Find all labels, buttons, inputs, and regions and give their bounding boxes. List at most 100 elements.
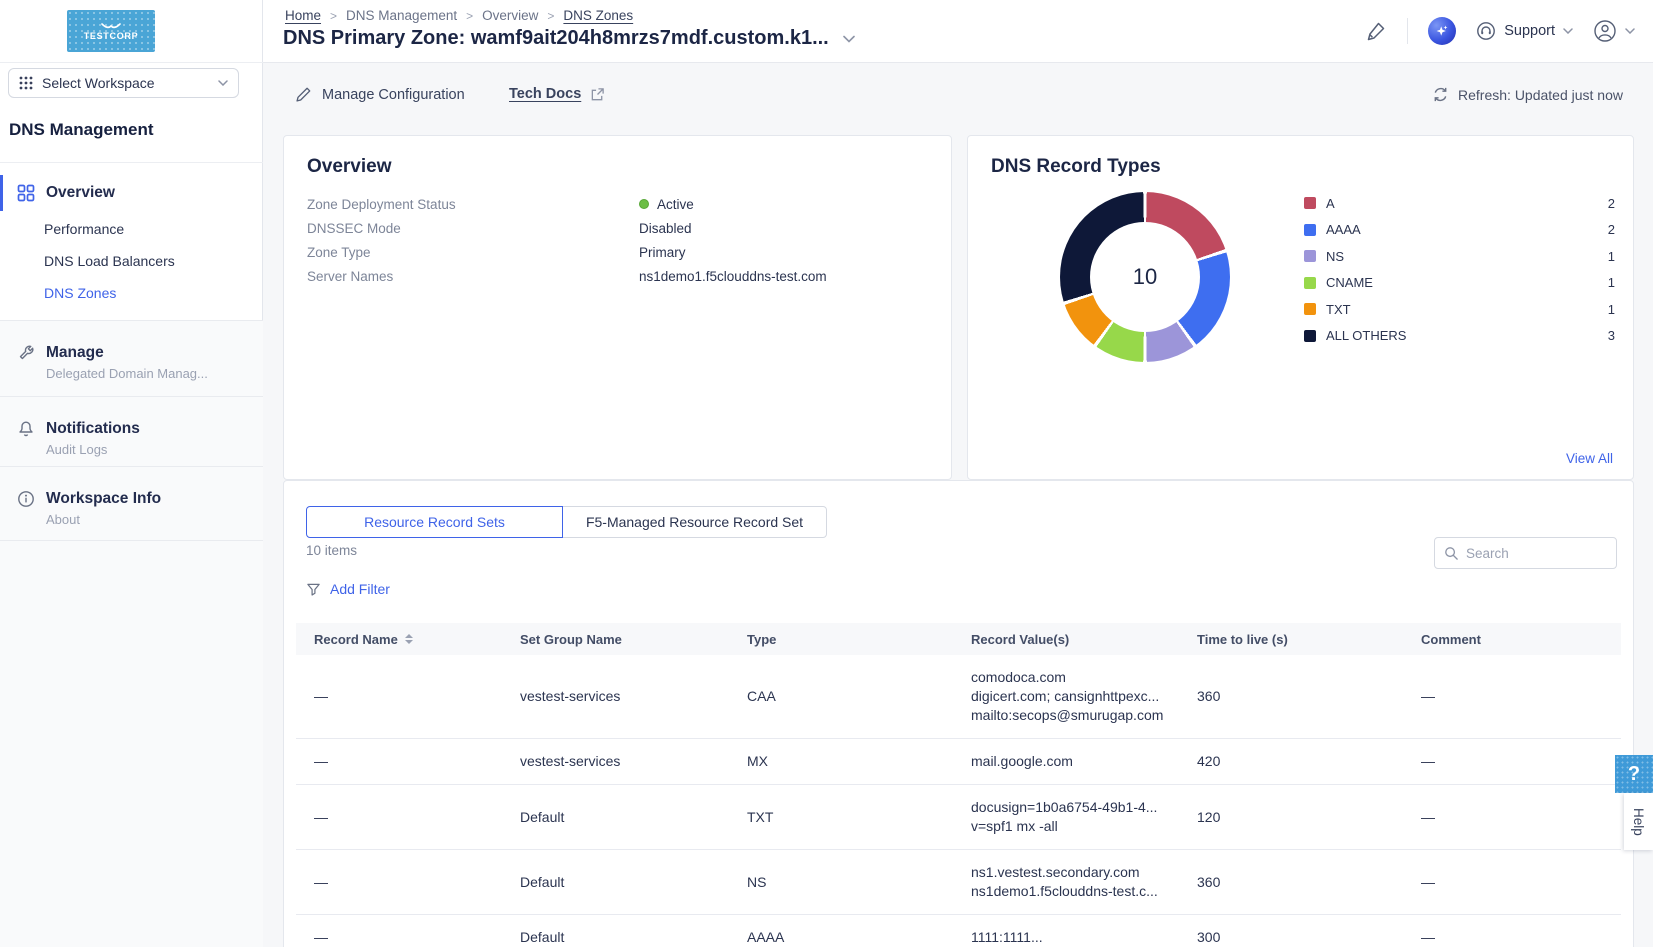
column-header-label: Time to live (s) xyxy=(1197,632,1288,647)
cell-ttl: 300 xyxy=(1197,915,1421,947)
external-link-icon xyxy=(590,87,605,102)
tab-resource-record-sets[interactable]: Resource Record Sets xyxy=(306,506,563,538)
cell-comment: — xyxy=(1421,915,1603,947)
tech-docs-link[interactable]: Tech Docs xyxy=(509,86,605,102)
cell-type: NS xyxy=(747,850,971,914)
sidebar-item-dns-load-balancers[interactable]: DNS Load Balancers xyxy=(44,253,175,269)
cell-record-values: ns1.vestest.secondary.comns1demo1.f5clou… xyxy=(971,850,1197,914)
sidebar-item-notifications[interactable]: Notifications Audit Logs xyxy=(0,396,263,466)
dns-record-types-title: DNS Record Types xyxy=(991,156,1161,178)
breadcrumb-overview[interactable]: Overview xyxy=(482,8,538,23)
cell-line: comodoca.com xyxy=(971,668,1183,687)
field-label: DNSSEC Mode xyxy=(307,221,639,236)
legend-item: AAAA2 xyxy=(1304,217,1615,244)
sidebar-item-manage[interactable]: Manage Delegated Domain Manag... xyxy=(0,320,263,396)
cell-set-group-name: vestest-services xyxy=(520,655,747,738)
breadcrumb: Home > DNS Management > Overview > DNS Z… xyxy=(285,8,633,23)
help-tab-label: Help xyxy=(1631,808,1646,836)
account-menu[interactable] xyxy=(1593,19,1635,43)
sort-icon[interactable] xyxy=(405,634,413,644)
table-row[interactable]: —DefaultTXTdocusign=1b0a6754-49b1-4...v=… xyxy=(296,785,1621,850)
cell-record-values: mail.google.com xyxy=(971,739,1197,784)
search-input[interactable] xyxy=(1466,546,1607,561)
table-row[interactable]: —DefaultAAAA1111:1111...300— xyxy=(296,915,1621,947)
cell-line: — xyxy=(314,687,506,706)
items-count: 10 items xyxy=(306,543,357,558)
cell-type: AAAA xyxy=(747,915,971,947)
cell-line: docusign=1b0a6754-49b1-4... xyxy=(971,798,1183,817)
sidebar-item-workspace-info[interactable]: Workspace Info About xyxy=(0,466,263,540)
chevron-down-icon xyxy=(218,80,228,86)
manage-configuration-button[interactable]: Manage Configuration xyxy=(295,86,465,103)
legend-item: NS1 xyxy=(1304,243,1615,270)
refresh-icon xyxy=(1432,86,1449,103)
breadcrumb-separator: > xyxy=(330,9,337,23)
breadcrumb-dns-zones[interactable]: DNS Zones xyxy=(563,8,633,23)
column-header-label: Record Name xyxy=(314,632,398,647)
legend-count: 2 xyxy=(1608,196,1615,211)
legend-swatch xyxy=(1304,197,1316,209)
cell-line: CAA xyxy=(747,687,957,706)
legend-item: ALL OTHERS3 xyxy=(1304,323,1615,350)
refresh-button[interactable]: Refresh: Updated just now xyxy=(1432,86,1623,103)
column-header-label: Record Value(s) xyxy=(971,632,1069,647)
column-header[interactable]: Set Group Name xyxy=(520,632,747,647)
column-header[interactable]: Type xyxy=(747,632,971,647)
column-header[interactable]: Record Value(s) xyxy=(971,632,1197,647)
headset-icon xyxy=(1476,21,1496,41)
cell-line: 420 xyxy=(1197,752,1407,771)
legend-count: 3 xyxy=(1608,328,1615,343)
cell-line: 300 xyxy=(1197,928,1407,947)
table-row[interactable]: —vestest-servicesMXmail.google.com420— xyxy=(296,739,1621,785)
cell-line: 1111:1111... xyxy=(971,928,1183,947)
field-value: Disabled xyxy=(639,221,692,236)
field-label: Server Names xyxy=(307,269,639,284)
table-row[interactable]: —DefaultNSns1.vestest.secondary.comns1de… xyxy=(296,850,1621,915)
legend-label: TXT xyxy=(1326,302,1351,317)
sidebar-item-performance[interactable]: Performance xyxy=(44,221,124,237)
cell-line: — xyxy=(1421,928,1589,947)
cell-set-group-name: vestest-services xyxy=(520,739,747,784)
overview-fields: Zone Deployment StatusActiveDNSSEC ModeD… xyxy=(307,192,931,288)
cell-type: CAA xyxy=(747,655,971,738)
sidebar-item-dns-zones[interactable]: DNS Zones xyxy=(44,285,116,301)
breadcrumb-dns-management[interactable]: DNS Management xyxy=(346,8,457,23)
cell-comment: — xyxy=(1421,785,1603,849)
sidebar-product-title: DNS Management xyxy=(9,120,154,140)
dns-record-types-card: DNS Record Types 10 A2AAAA2NS1CNAME1TXT1… xyxy=(967,135,1634,480)
app-window: TESTCORP Select Workspace DNS Management xyxy=(0,0,1653,947)
chevron-down-icon xyxy=(1625,28,1635,34)
cell-line: v=spf1 mx -all xyxy=(971,817,1183,836)
cell-line: — xyxy=(314,928,506,947)
cell-record-name: — xyxy=(314,785,520,849)
column-header[interactable]: Time to live (s) xyxy=(1197,632,1421,647)
chart-legend: A2AAAA2NS1CNAME1TXT1ALL OTHERS3 xyxy=(1304,190,1615,349)
ai-assistant-button[interactable] xyxy=(1428,17,1456,45)
help-tab[interactable]: Help xyxy=(1624,793,1653,850)
breadcrumb-home[interactable]: Home xyxy=(285,8,321,23)
title-chevron-down-icon[interactable] xyxy=(843,35,855,43)
column-header-label: Comment xyxy=(1421,632,1481,647)
top-header: Home > DNS Management > Overview > DNS Z… xyxy=(263,0,1653,63)
support-menu[interactable]: Support xyxy=(1476,21,1573,41)
column-header[interactable]: Comment xyxy=(1421,632,1603,647)
cell-line: — xyxy=(314,873,506,892)
brush-icon[interactable] xyxy=(1365,20,1387,42)
breadcrumb-separator: > xyxy=(466,9,473,23)
field-value: Active xyxy=(639,197,694,212)
workspace-selector[interactable]: Select Workspace xyxy=(8,68,239,98)
tab-f5-managed-resource-record-set[interactable]: F5-Managed Resource Record Set xyxy=(562,506,827,538)
chevron-down-icon xyxy=(1563,28,1573,34)
tech-docs-label: Tech Docs xyxy=(509,86,581,102)
view-all-link[interactable]: View All xyxy=(1566,451,1613,466)
help-question-button[interactable]: ? xyxy=(1615,755,1653,793)
add-filter-button[interactable]: Add Filter xyxy=(306,581,390,597)
field-value: Primary xyxy=(639,245,686,260)
field-label: Zone Deployment Status xyxy=(307,197,639,212)
sidebar-item-overview[interactable]: Overview xyxy=(0,174,263,212)
column-header[interactable]: Record Name xyxy=(314,632,520,647)
legend-count: 1 xyxy=(1608,302,1615,317)
table-row[interactable]: —vestest-servicesCAAcomodoca.comdigicert… xyxy=(296,655,1621,739)
donut-total: 10 xyxy=(1060,192,1230,362)
cell-line: mail.google.com xyxy=(971,752,1183,771)
